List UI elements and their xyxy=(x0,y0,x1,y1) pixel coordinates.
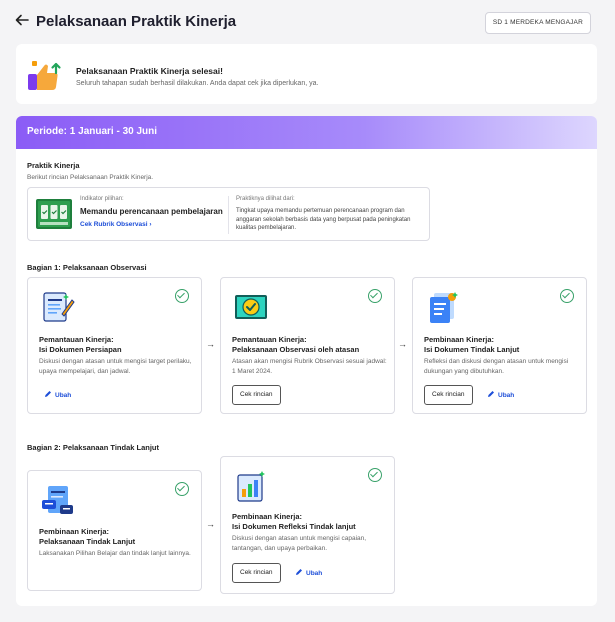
edit-label[interactable]: Ubah xyxy=(498,392,514,399)
rubric-link[interactable]: Cek Rubrik Observasi › xyxy=(80,221,152,228)
card-title-line2: Isi Dokumen Tindak Lanjut xyxy=(424,345,520,354)
arrow-right-icon: → xyxy=(398,339,407,349)
top-bar: Pelaksanaan Praktik Kinerja SD 1 MERDEKA… xyxy=(0,0,615,44)
card-title-line1: Pemantauan Kinerja: xyxy=(39,335,114,344)
rubric-link-label[interactable]: Cek Rubrik Observasi xyxy=(80,221,148,228)
card-pelaksanaan-tindak-lanjut: Pembinaan Kinerja: Pelaksanaan Tindak La… xyxy=(27,470,202,591)
practice-subtitle: Berikut rincian Pelaksanaan Praktik Kine… xyxy=(27,174,154,181)
card-title-line1: Pembinaan Kinerja: xyxy=(424,335,495,344)
detail-button[interactable]: Cek rincian xyxy=(232,563,281,583)
card-description: Diskusi dengan atasan untuk mengisi capa… xyxy=(232,535,367,552)
card-tindak-lanjut-doc: Pembinaan Kinerja: Isi Dokumen Tindak La… xyxy=(412,277,587,414)
card-title-line2: Pelaksanaan Tindak Lanjut xyxy=(39,537,136,546)
check-circle-icon xyxy=(368,289,382,303)
chevron-right-icon: › xyxy=(149,221,152,228)
pencil-icon xyxy=(45,391,51,397)
card-title-line1: Pemantauan Kinerja: xyxy=(232,335,307,344)
edit-link[interactable]: Ubah xyxy=(295,568,322,577)
edit-label[interactable]: Ubah xyxy=(306,570,322,577)
banner-title: Pelaksanaan Praktik Kinerja selesai! xyxy=(76,66,223,76)
monitor-check-icon xyxy=(233,290,269,326)
thumbs-up-icon xyxy=(28,61,64,91)
detail-button[interactable]: Cek rincian xyxy=(424,385,473,405)
edit-label[interactable]: Ubah xyxy=(55,392,71,399)
check-circle-icon xyxy=(175,289,189,303)
edit-link[interactable]: Ubah xyxy=(44,390,71,399)
pencil-icon xyxy=(296,569,302,575)
card-persiapan: Pemantauan Kinerja: Isi Dokumen Persiapa… xyxy=(27,277,202,414)
card-title-line1: Pembinaan Kinerja: xyxy=(39,527,110,536)
part1-title: Bagian 1: Pelaksanaan Observasi xyxy=(27,263,147,272)
edit-link[interactable]: Ubah xyxy=(487,390,514,399)
card-description: Atasan akan mengisi Rubrik Observasi ses… xyxy=(232,358,387,375)
check-circle-icon xyxy=(368,468,382,482)
detail-button[interactable]: Cek rincian xyxy=(232,385,281,405)
main-panel: Periode: 1 Januari - 30 Juni Praktik Kin… xyxy=(16,116,597,606)
document-stack-icon xyxy=(425,290,461,326)
banner-subtitle: Seluruh tahapan sudah berhasil dilakukan… xyxy=(76,80,319,87)
indicator-value: Memandu perencanaan pembelajaran xyxy=(80,207,223,216)
observed-label: Praktiknya dilihat dari: xyxy=(236,196,295,202)
indicator-box: Indikator pilihan: Memandu perencanaan p… xyxy=(27,187,430,241)
check-circle-icon xyxy=(175,482,189,496)
practice-title: Praktik Kinerja xyxy=(27,161,80,170)
check-circle-icon xyxy=(560,289,574,303)
part2-title: Bagian 2: Pelaksanaan Tindak Lanjut xyxy=(27,443,159,452)
card-description: Laksanakan Pilihan Belajar dan tindak la… xyxy=(39,550,191,557)
period-label: Periode: 1 Januari - 30 Juni xyxy=(27,126,158,137)
arrow-left-icon[interactable] xyxy=(14,12,32,30)
card-title-line2: Isi Dokumen Refleksi Tindak lanjut xyxy=(232,522,356,531)
indicator-label: Indikator pilihan: xyxy=(80,196,124,202)
card-title-line1: Pembinaan Kinerja: xyxy=(232,512,303,521)
card-description: Diskusi dengan atasan untuk mengisi targ… xyxy=(39,358,192,375)
pencil-icon xyxy=(488,391,494,397)
success-banner: Pelaksanaan Praktik Kinerja selesai! Sel… xyxy=(16,44,597,104)
arrow-right-icon: → xyxy=(206,339,215,349)
document-pen-icon xyxy=(40,290,76,326)
card-observasi: Pemantauan Kinerja: Pelaksanaan Observas… xyxy=(220,277,395,414)
card-description: Refleksi dan diskusi dengan atasan untuk… xyxy=(424,358,569,375)
observed-text: Tingkat upaya memandu pertemuan perencan… xyxy=(236,208,411,231)
card-refleksi: Pembinaan Kinerja: Isi Dokumen Refleksi … xyxy=(220,456,395,594)
bar-chart-document-icon xyxy=(233,469,269,505)
card-title-line2: Pelaksanaan Observasi oleh atasan xyxy=(232,345,360,354)
arrow-right-icon: → xyxy=(206,519,215,529)
checklist-board-icon xyxy=(36,199,72,230)
divider xyxy=(228,196,229,234)
page-title: Pelaksanaan Praktik Kinerja xyxy=(36,13,237,30)
document-chat-icon xyxy=(40,483,76,519)
card-title-line2: Isi Dokumen Persiapan xyxy=(39,345,122,354)
school-button[interactable]: SD 1 MERDEKA MENGAJAR xyxy=(484,12,591,34)
period-header: Periode: 1 Januari - 30 Juni xyxy=(16,116,597,149)
